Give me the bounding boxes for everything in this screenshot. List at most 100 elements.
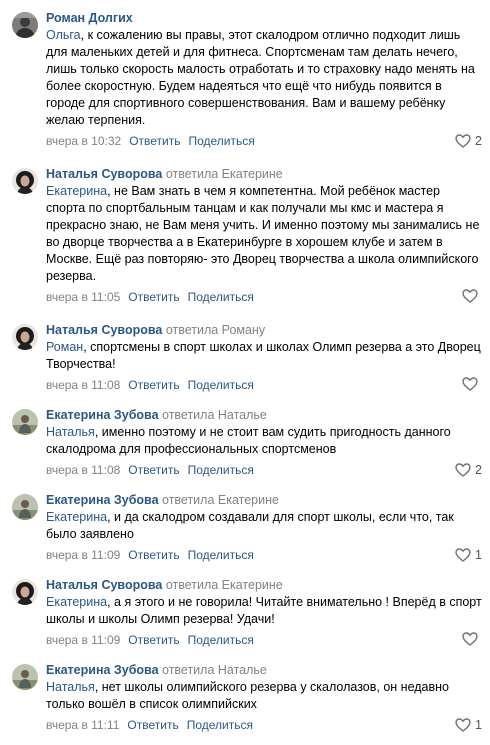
- comment-header: Наталья Суворова ответила Екатерине: [46, 577, 482, 593]
- reply-button[interactable]: Ответить: [128, 463, 179, 477]
- share-button[interactable]: Поделиться: [187, 718, 253, 732]
- author-name[interactable]: Наталья Суворова: [46, 578, 162, 592]
- like-button[interactable]: [462, 289, 482, 303]
- heart-icon: [462, 289, 478, 303]
- mention-link[interactable]: Наталья: [46, 425, 95, 439]
- mention-link[interactable]: Екатерина: [46, 595, 107, 609]
- like-count: 1: [475, 548, 482, 562]
- comment-message: , к сожалению вы правы, этот скалодром о…: [46, 28, 475, 127]
- heart-icon: [455, 718, 471, 732]
- share-button[interactable]: Поделиться: [188, 463, 254, 477]
- replied-to[interactable]: ответила Екатерине: [166, 167, 283, 181]
- comment-date[interactable]: вчера в 11:09: [46, 548, 120, 562]
- comment-text: Наталья, именно поэтому и не стоит вам с…: [46, 424, 482, 458]
- like-count: 2: [475, 134, 482, 148]
- comment-header: Екатерина Зубова ответила Екатерине: [46, 492, 482, 508]
- share-button[interactable]: Поделиться: [188, 633, 254, 647]
- comment-date[interactable]: вчера в 11:05: [46, 290, 120, 304]
- comment-body: Екатерина Зубова ответила Екатерине Екате…: [46, 492, 482, 563]
- comment-message: , а я этого и не говорила! Читайте внима…: [46, 595, 482, 626]
- comment-text: Екатерина, а я этого и не говорила! Чита…: [46, 594, 482, 628]
- comment-date[interactable]: вчера в 10:32: [46, 134, 121, 148]
- comment-text: Ольга, к сожалению вы правы, этот скалод…: [46, 27, 482, 129]
- comment-meta: вчера в 11:08 Ответить Поделиться 2: [46, 462, 482, 478]
- avatar[interactable]: [12, 664, 38, 690]
- like-button[interactable]: 1: [455, 547, 482, 563]
- like-button[interactable]: 1: [455, 717, 482, 733]
- mention-link[interactable]: Наталья: [46, 680, 95, 694]
- comment-body: Роман Долгих Ольга, к сожалению вы правы,…: [46, 10, 482, 149]
- like-button[interactable]: 2: [455, 462, 482, 478]
- author-name[interactable]: Екатерина Зубова: [46, 663, 159, 677]
- avatar[interactable]: [12, 579, 38, 605]
- heart-icon: [462, 377, 478, 391]
- heart-icon: [462, 632, 478, 646]
- share-button[interactable]: Поделиться: [188, 378, 254, 392]
- comment-meta: вчера в 11:08 Ответить Поделиться: [46, 377, 482, 393]
- comment-header: Наталья Суворова ответила Роману: [46, 322, 482, 338]
- replied-to[interactable]: ответила Наталье: [162, 408, 267, 422]
- author-name[interactable]: Екатерина Зубова: [46, 493, 159, 507]
- share-button[interactable]: Поделиться: [188, 290, 254, 304]
- reply-button[interactable]: Ответить: [128, 290, 179, 304]
- avatar[interactable]: [12, 409, 38, 435]
- avatar[interactable]: [12, 494, 38, 520]
- mention-link[interactable]: Екатерина: [46, 184, 107, 198]
- reply-button[interactable]: Ответить: [128, 633, 179, 647]
- comment-meta: вчера в 11:05 Ответить Поделиться: [46, 289, 482, 305]
- author-name[interactable]: Наталья Суворова: [46, 323, 162, 337]
- author-name[interactable]: Роман Долгих: [46, 11, 133, 25]
- like-button[interactable]: [462, 632, 482, 646]
- comment-date[interactable]: вчера в 11:09: [46, 633, 120, 647]
- mention-link[interactable]: Роман: [46, 340, 83, 354]
- reply-button[interactable]: Ответить: [129, 134, 180, 148]
- heart-icon: [455, 463, 471, 477]
- like-count: 1: [475, 718, 482, 732]
- comment-meta: вчера в 11:09 Ответить Поделиться: [46, 632, 482, 648]
- comment-message: , нет школы олимпийского резерва у скало…: [46, 680, 449, 711]
- author-name[interactable]: Екатерина Зубова: [46, 408, 159, 422]
- like-count: 2: [475, 463, 482, 477]
- replied-to[interactable]: ответила Роману: [166, 323, 265, 337]
- comment-text: Екатерина, и да скалодром создавали для …: [46, 509, 482, 543]
- comment-thread: Роман Долгих Ольга, к сожалению вы правы,…: [0, 0, 490, 745]
- comment-text: Екатерина, не Вам знать в чем я компетен…: [46, 183, 482, 285]
- comment-header: Роман Долгих: [46, 10, 482, 26]
- comment-message: , и да скалодром создавали для спорт шко…: [46, 510, 454, 541]
- comment-message: , не Вам знать в чем я компетентна. Мой …: [46, 184, 480, 283]
- avatar[interactable]: [12, 324, 38, 350]
- reply-button[interactable]: Ответить: [127, 718, 178, 732]
- like-button[interactable]: 2: [455, 133, 482, 149]
- share-button[interactable]: Поделиться: [188, 134, 254, 148]
- heart-icon: [455, 134, 471, 148]
- comment-meta: вчера в 10:32 Ответить Поделиться 2: [46, 133, 482, 149]
- reply-button[interactable]: Ответить: [128, 378, 179, 392]
- replied-to[interactable]: ответила Екатерине: [162, 493, 279, 507]
- comment-text: Наталья, нет школы олимпийского резерва …: [46, 679, 482, 713]
- comment-message: , именно поэтому и не стоит вам судить п…: [46, 425, 451, 456]
- avatar[interactable]: [12, 168, 38, 194]
- comment-header: Екатерина Зубова ответила Наталье: [46, 662, 482, 678]
- comment-meta: вчера в 11:09 Ответить Поделиться 1: [46, 547, 482, 563]
- replied-to[interactable]: ответила Екатерине: [166, 578, 283, 592]
- author-name[interactable]: Наталья Суворова: [46, 167, 162, 181]
- like-button[interactable]: [462, 377, 482, 391]
- comment-body: Наталья Суворова ответила Екатерине Екате…: [46, 166, 482, 305]
- comment-meta: вчера в 11:11 Ответить Поделиться 1: [46, 717, 482, 733]
- heart-icon: [455, 548, 471, 562]
- avatar[interactable]: [12, 12, 38, 38]
- comment-date[interactable]: вчера в 11:08: [46, 463, 120, 477]
- comment-date[interactable]: вчера в 11:11: [46, 718, 119, 732]
- comment-body: Наталья Суворова ответила Екатерине Екате…: [46, 577, 482, 648]
- mention-link[interactable]: Екатерина: [46, 510, 107, 524]
- replied-to[interactable]: ответила Наталье: [162, 663, 267, 677]
- comment-header: Екатерина Зубова ответила Наталье: [46, 407, 482, 423]
- comment-body: Екатерина Зубова ответила Наталье Наталья…: [46, 662, 482, 733]
- mention-link[interactable]: Ольга: [46, 28, 81, 42]
- comment-body: Наталья Суворова ответила Роману Роман, с…: [46, 322, 482, 393]
- comment-message: , спортсмены в спорт школах и школах Оли…: [46, 340, 481, 371]
- comment-body: Екатерина Зубова ответила Наталье Наталья…: [46, 407, 482, 478]
- reply-button[interactable]: Ответить: [128, 548, 179, 562]
- comment-date[interactable]: вчера в 11:08: [46, 378, 120, 392]
- share-button[interactable]: Поделиться: [188, 548, 254, 562]
